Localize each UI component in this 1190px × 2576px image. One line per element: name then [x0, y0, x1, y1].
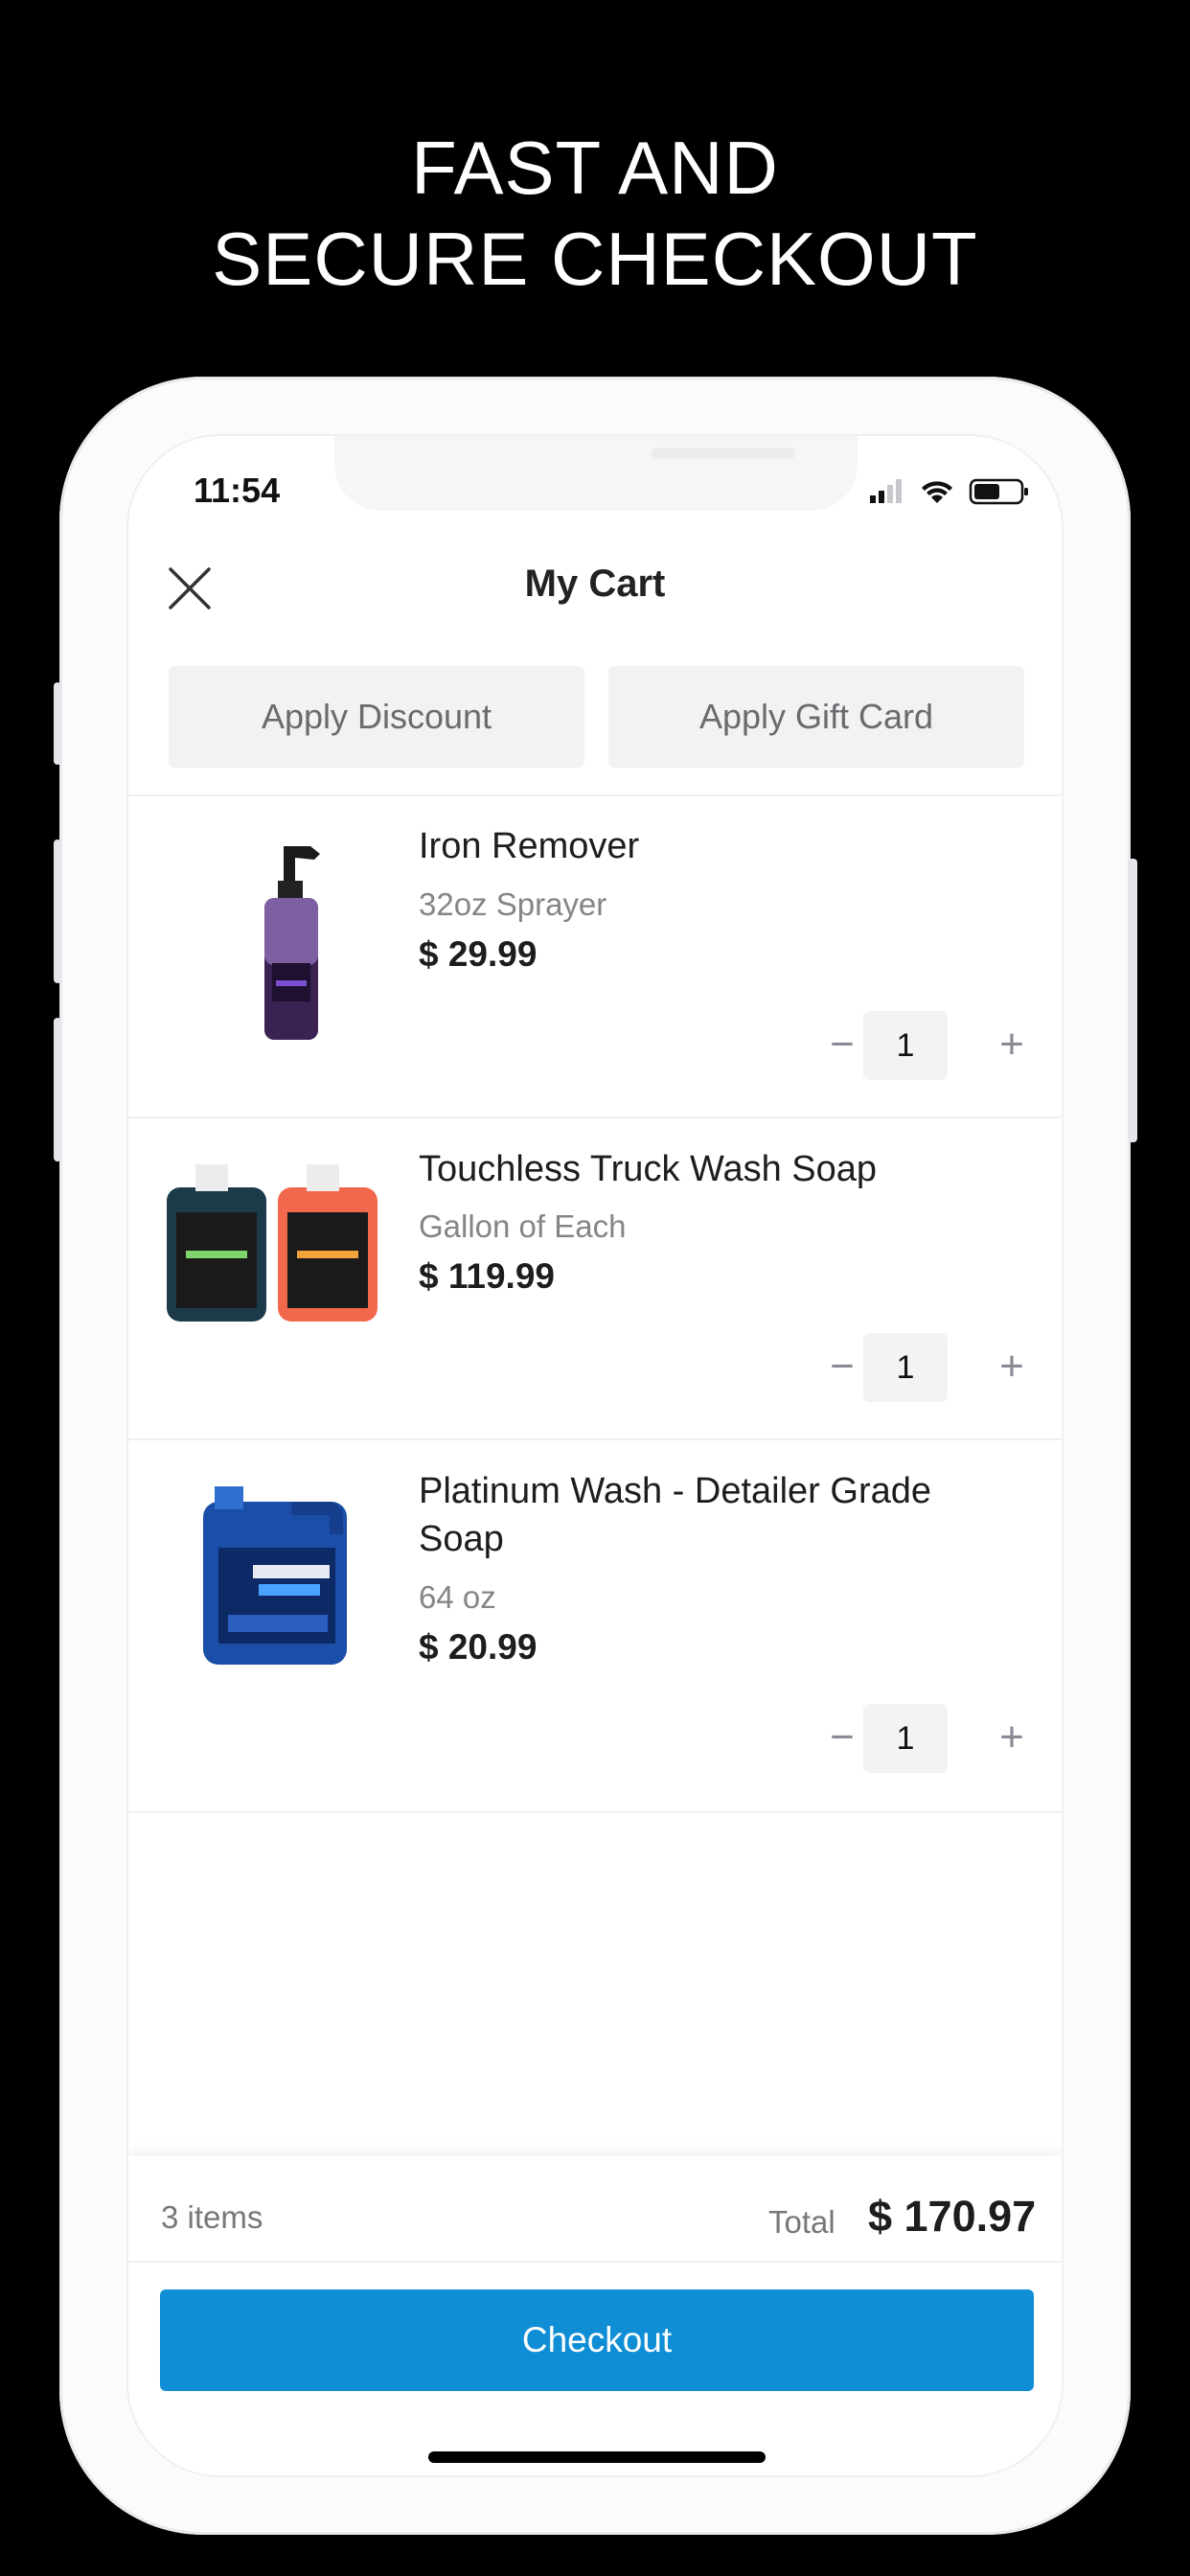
item-price: $ 29.99 — [419, 934, 538, 974]
divider — [128, 1438, 1062, 1440]
battery-icon — [969, 478, 1028, 505]
status-time: 11:54 — [194, 471, 281, 510]
phone-screen: 11:54 My Cart Apply Discount Apply Gift … — [128, 436, 1062, 2475]
increase-quantity-button[interactable]: + — [990, 1345, 1034, 1389]
phone-volume-down — [54, 1018, 61, 1162]
item-name: Iron Remover — [419, 826, 640, 866]
home-indicator[interactable] — [428, 2451, 766, 2463]
cellular-signal-icon — [870, 479, 902, 503]
item-name: Platinum Wash - Detailer Grade Soap — [419, 1471, 932, 1559]
divider — [128, 1116, 1062, 1118]
increase-quantity-button[interactable]: + — [990, 1023, 1034, 1067]
iron-remover-product-image — [264, 846, 320, 1040]
item-price: $ 119.99 — [419, 1256, 555, 1296]
page-title: My Cart — [524, 563, 666, 605]
headline-line-2: SECURE CHECKOUT — [212, 217, 978, 301]
speaker-grille — [652, 448, 795, 459]
quantity-value[interactable]: 1 — [863, 1704, 948, 1773]
decrease-quantity-button[interactable]: − — [820, 1023, 864, 1067]
quantity-value[interactable]: 1 — [863, 1011, 948, 1080]
item-variant: Gallon of Each — [419, 1208, 627, 1244]
phone-volume-up — [54, 840, 61, 983]
total-label: Total — [768, 2204, 835, 2240]
increase-quantity-button[interactable]: + — [990, 1715, 1034, 1760]
items-count: 3 items — [161, 2199, 263, 2235]
checkout-label: Checkout — [521, 2320, 673, 2359]
quantity-value[interactable]: 1 — [863, 1333, 948, 1402]
promo-headline: FAST AND SECURE CHECKOUT — [0, 123, 1190, 305]
status-icons — [870, 478, 1028, 505]
apply-discount-label: Apply Discount — [261, 697, 492, 736]
decrease-quantity-button[interactable]: − — [820, 1345, 864, 1389]
item-variant: 64 oz — [419, 1579, 496, 1615]
item-variant: 32oz Sprayer — [419, 886, 607, 922]
divider — [128, 794, 1062, 796]
item-name: Touchless Truck Wash Soap — [419, 1149, 878, 1189]
headline-line-1: FAST AND — [411, 126, 779, 210]
phone-notch — [334, 436, 858, 511]
apply-gift-card-label: Apply Gift Card — [698, 697, 934, 736]
total-value: $ 170.97 — [868, 2192, 1037, 2241]
platinum-wash-product-image — [203, 1486, 347, 1665]
divider — [128, 1811, 1062, 1813]
apply-gift-card-button[interactable]: Apply Gift Card — [608, 666, 1024, 768]
item-price: $ 20.99 — [419, 1627, 538, 1667]
wifi-icon — [922, 481, 952, 503]
apply-discount-button[interactable]: Apply Discount — [169, 666, 584, 768]
phone-power-button — [1128, 859, 1137, 1142]
checkout-button[interactable]: Checkout — [160, 2289, 1034, 2391]
phone-silent-switch — [54, 682, 61, 765]
summary-divider — [128, 2261, 1062, 2263]
touchless-truck-wash-product-image — [167, 1164, 378, 1322]
decrease-quantity-button[interactable]: − — [820, 1715, 864, 1760]
